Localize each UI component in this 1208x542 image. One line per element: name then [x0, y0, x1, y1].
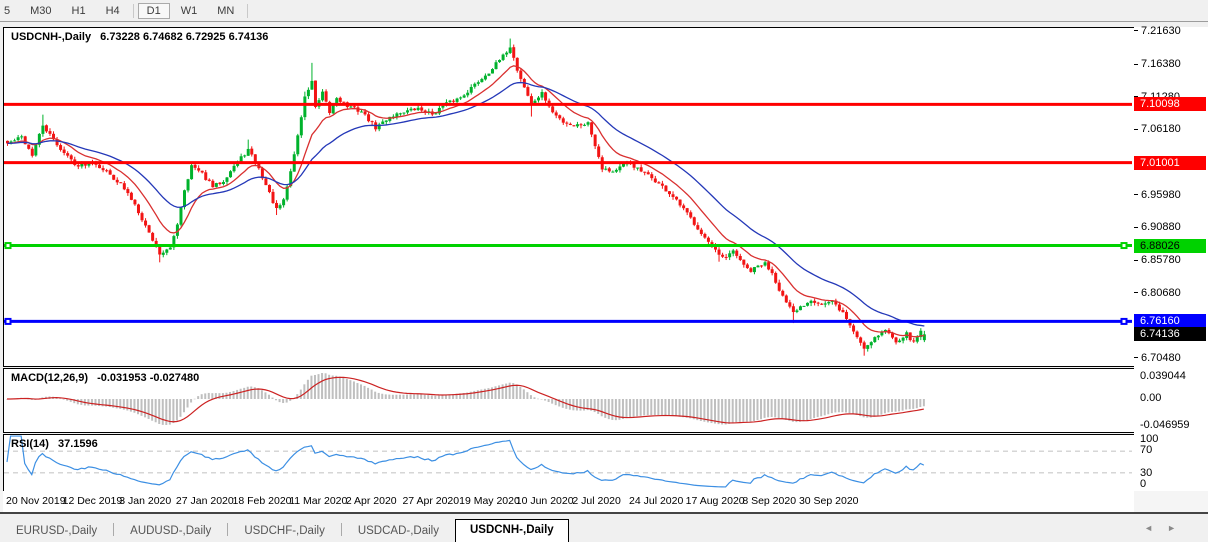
rsi-panel[interactable]: RSI(14) 37.1596	[3, 434, 1135, 492]
level-price-label: 7.01001	[1134, 156, 1206, 170]
chart-title: USDCNH-,Daily 6.73228 6.74682 6.72925 6.…	[11, 31, 268, 43]
rsi-line	[7, 436, 924, 487]
tick-mark	[1134, 357, 1138, 358]
price-tick-label: 7.06180	[1141, 123, 1181, 135]
timeframe-toolbar: 5M30H1H4 D1W1MN	[0, 0, 1208, 22]
price-tick-label: 7.21630	[1141, 25, 1181, 37]
tab-usdchf[interactable]: USDCHF-,Daily	[228, 521, 341, 542]
date-label: 27 Apr 2020	[402, 495, 459, 507]
rsi-chart[interactable]	[4, 435, 1132, 489]
timeframe-button-h4[interactable]: H4	[97, 3, 129, 19]
toolbar-separator	[133, 4, 134, 18]
date-label: 11 Mar 2020	[289, 495, 347, 507]
tabs-scroll-right-icon[interactable]: ►	[1167, 523, 1190, 533]
price-tick-label: 6.70480	[1141, 352, 1181, 364]
date-label: 18 Feb 2020	[233, 495, 292, 507]
date-axis: 20 Nov 201912 Dec 20193 Jan 2020 27 Jan 2…	[0, 491, 1208, 512]
chart-symbol-period: USDCNH-,Daily	[11, 31, 91, 43]
macd-label: MACD(12,26,9) -0.031953 -0.027480	[11, 372, 199, 384]
macd-values: -0.031953 -0.027480	[97, 372, 199, 384]
tick-mark	[1134, 129, 1138, 130]
chart-ohlc-values: 6.73228 6.74682 6.72925 6.74136	[100, 31, 268, 43]
tick-mark	[1134, 64, 1138, 65]
macd-axis-label: 0.00	[1140, 392, 1161, 404]
tab-eurusd[interactable]: EURUSD-,Daily	[0, 521, 113, 542]
date-label: 10 Jun 2020	[516, 495, 574, 507]
price-tick-label: 6.80680	[1141, 287, 1181, 299]
macd-axis-label: -0.046959	[1140, 419, 1190, 431]
ma-slow-line	[8, 83, 925, 326]
tab-audusd[interactable]: AUDUSD-,Daily	[114, 521, 227, 542]
price-tick-label: 7.16380	[1141, 58, 1181, 70]
price-tick: 7.16380	[1134, 58, 1181, 70]
last-price-label: 6.74136	[1134, 327, 1206, 341]
macd-panel[interactable]: MACD(12,26,9) -0.031953 -0.027480	[3, 368, 1135, 433]
date-label: 27 Jan 2020	[176, 495, 234, 507]
price-tick-label: 6.95980	[1141, 189, 1181, 201]
rsi-axis-label: 70	[1140, 444, 1152, 456]
date-label: 20 Nov 2019	[6, 495, 66, 507]
tabs-scroll-left-icon[interactable]: ◄	[1144, 523, 1167, 533]
price-tick-label: 6.90880	[1141, 221, 1181, 233]
date-axis-strip: 20 Nov 201912 Dec 20193 Jan 2020 27 Jan 2…	[3, 491, 1134, 512]
rsi-axis-label: 0	[1140, 478, 1146, 490]
timeframe-button-m30[interactable]: M30	[21, 3, 60, 19]
date-label: 19 May 2020	[459, 495, 520, 507]
horizontal-level-line-6.76160[interactable]	[4, 318, 1132, 325]
date-label: 17 Aug 2020	[686, 495, 745, 507]
macd-axis-label: 0.039044	[1140, 370, 1186, 382]
timeframe-button-5[interactable]: 5	[0, 3, 19, 19]
price-tick: 7.06180	[1134, 123, 1181, 135]
timeframe-button-h1[interactable]: H1	[63, 3, 95, 19]
date-label: 8 Sep 2020	[742, 495, 796, 507]
price-tick: 6.90880	[1134, 221, 1181, 233]
tab-usdcnh[interactable]: USDCNH-,Daily	[455, 519, 569, 542]
level-price-label: 7.10098	[1134, 97, 1206, 111]
timeframe-button-d1[interactable]: D1	[138, 3, 170, 19]
price-tick: 6.85780	[1134, 254, 1181, 266]
rsi-value: 37.1596	[58, 438, 98, 450]
date-label: 2 Jul 2020	[572, 495, 620, 507]
toolbar-separator	[247, 4, 248, 18]
trading-terminal-window: 5M30H1H4 D1W1MN USDCNH-,Daily 6.73228 6.7…	[0, 0, 1208, 540]
tick-mark	[1134, 292, 1138, 293]
rsi-name: RSI(14)	[11, 438, 49, 450]
date-label: 30 Sep 2020	[799, 495, 859, 507]
tick-mark	[1134, 227, 1138, 228]
tick-mark	[1134, 194, 1138, 195]
price-tick: 6.80680	[1134, 287, 1181, 299]
date-label: 12 Dec 2019	[63, 495, 123, 507]
price-tick-label: 6.85780	[1141, 254, 1181, 266]
level-price-label: 6.76160	[1134, 314, 1206, 328]
price-tick: 6.95980	[1134, 189, 1181, 201]
date-label: 2 Apr 2020	[346, 495, 397, 507]
macd-name: MACD(12,26,9)	[11, 372, 88, 384]
price-chart-panel[interactable]: USDCNH-,Daily 6.73228 6.74682 6.72925 6.…	[3, 27, 1135, 367]
date-label: 3 Jan 2020	[119, 495, 171, 507]
tab-scroll-arrows: ◄►	[1144, 523, 1190, 533]
date-label: 24 Jul 2020	[629, 495, 683, 507]
tick-mark	[1134, 30, 1138, 31]
timeframe-button-w1[interactable]: W1	[172, 3, 207, 19]
price-tick: 7.21630	[1134, 25, 1181, 37]
timeframe-button-mn[interactable]: MN	[208, 3, 243, 19]
candlestick-chart[interactable]	[4, 28, 1132, 364]
level-price-label: 6.88026	[1134, 239, 1206, 253]
price-tick: 6.70480	[1134, 352, 1181, 364]
tick-mark	[1134, 260, 1138, 261]
symbol-tab-bar: EURUSD-,DailyAUDUSD-,DailyUSDCHF-,DailyU…	[0, 512, 1208, 542]
tab-usdcad[interactable]: USDCAD-,Daily	[342, 521, 455, 542]
rsi-label: RSI(14) 37.1596	[11, 438, 98, 450]
